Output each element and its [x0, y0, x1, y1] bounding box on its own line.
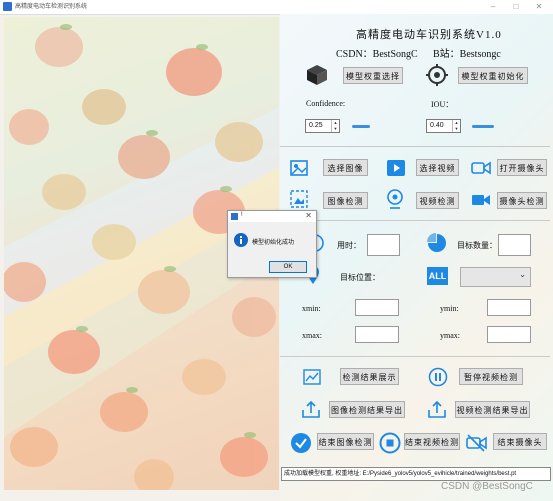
- pie-chart-icon: [427, 233, 446, 252]
- count-label: 目标数量：: [457, 241, 497, 250]
- model-init-button[interactable]: 模型权重初始化: [458, 67, 528, 84]
- dialog-title: !: [241, 212, 243, 218]
- target-select[interactable]: ⌄: [460, 267, 531, 287]
- export-video-results-button[interactable]: 视频检测结果导出: [455, 401, 530, 418]
- video-detect-button[interactable]: 视频检测: [416, 192, 459, 209]
- iou-value: 0.40: [430, 122, 444, 129]
- maximize-button[interactable]: □: [505, 0, 527, 14]
- window-titlebar: 高精度电动车检测识别系统 – □ ✕: [0, 0, 553, 15]
- bili-label: B站：Bestsongc: [433, 49, 501, 60]
- chevron-down-icon: ⌄: [519, 270, 526, 279]
- confidence-value: 0.25: [309, 122, 323, 129]
- end-video-detect-button[interactable]: 结束视频检测: [404, 433, 460, 450]
- pause-icon: [428, 367, 448, 387]
- select-image-button[interactable]: 选择图像: [323, 159, 368, 176]
- select-video-button[interactable]: 选择视频: [416, 159, 459, 176]
- close-button[interactable]: ✕: [528, 0, 550, 14]
- end-camera-button[interactable]: 结束摄像头: [493, 433, 547, 450]
- position-label: 目标位置：: [340, 273, 380, 282]
- target-icon: [426, 64, 448, 86]
- camera-detect-button[interactable]: 摄像头检测: [497, 192, 547, 209]
- iou-spinbox[interactable]: 0.40 ▲ ▼: [426, 119, 461, 133]
- ymax-field: [487, 326, 531, 343]
- time-label: 用时：: [337, 241, 361, 250]
- time-field: [367, 234, 400, 256]
- xmin-field: [355, 299, 399, 316]
- ymin-label: ymin:: [440, 304, 459, 313]
- image-icon: [290, 160, 308, 176]
- confidence-label: Confidence:: [306, 99, 346, 108]
- cube-icon: [307, 65, 327, 85]
- status-bar: 成功加载模型权重, 权重地址: E:/Pyside6_yolov5/yolov5…: [281, 467, 551, 481]
- confidence-spinbox[interactable]: 0.25 ▲ ▼: [305, 119, 340, 133]
- minimize-button[interactable]: –: [482, 0, 504, 14]
- app-title: 高精度电动车识别系统V1.0: [356, 29, 502, 41]
- camera-detect-icon: [472, 195, 490, 205]
- ok-button[interactable]: OK: [269, 261, 307, 273]
- image-detect-icon: [290, 190, 308, 208]
- xmin-label: xmin:: [302, 304, 321, 313]
- window-title: 高精度电动车检测识别系统: [15, 4, 88, 10]
- camera-off-icon: [466, 434, 487, 452]
- count-field: [498, 234, 531, 256]
- spin-arrows-icon[interactable]: ▲ ▼: [452, 120, 460, 132]
- dialog-titlebar: ! ✕: [228, 211, 316, 222]
- upload-icon: [302, 400, 320, 418]
- info-icon: [234, 233, 248, 247]
- spin-arrows-icon[interactable]: ▲ ▼: [331, 120, 339, 132]
- stop-circle-icon: [379, 432, 401, 454]
- dialog-app-icon: [231, 213, 238, 220]
- divider: [280, 146, 550, 147]
- export-image-results-button[interactable]: 图像检测结果导出: [329, 401, 405, 418]
- line-chart-icon: [303, 369, 321, 385]
- divider: [280, 356, 550, 357]
- ymax-label: ymax:: [440, 331, 460, 340]
- iou-label: IOU：: [431, 100, 454, 109]
- all-badge-icon: ALL: [427, 267, 448, 285]
- csdn-label: CSDN：BestSongC: [336, 49, 418, 60]
- image-detect-button[interactable]: 图像检测: [323, 192, 368, 209]
- xmax-field: [355, 326, 399, 343]
- pause-video-button[interactable]: 暂停视频检测: [459, 368, 523, 385]
- webcam-icon: [387, 189, 403, 209]
- upload-icon: [428, 400, 446, 418]
- ymin-field: [487, 299, 531, 316]
- check-circle-icon: [291, 433, 311, 453]
- app-icon: [3, 2, 12, 11]
- xmax-label: xmax:: [302, 331, 322, 340]
- dialog-close-icon[interactable]: ✕: [305, 211, 312, 220]
- iou-slider[interactable]: [472, 125, 494, 128]
- message-dialog: ! ✕ 模型初始化成功 OK: [227, 210, 317, 278]
- model-select-button[interactable]: 模型权重选择: [343, 67, 403, 84]
- watermark: CSDN @BestSongC: [441, 481, 533, 492]
- video-play-icon: [387, 160, 405, 176]
- open-camera-button[interactable]: 打开摄像头: [497, 159, 547, 176]
- end-image-detect-button[interactable]: 结束图像检测: [317, 433, 374, 450]
- camera-icon: [471, 161, 491, 175]
- show-results-button[interactable]: 检测结果展示: [340, 368, 399, 385]
- divider: [280, 220, 550, 221]
- dialog-message: 模型初始化成功: [252, 240, 295, 246]
- control-panel: [280, 14, 553, 501]
- confidence-slider[interactable]: [352, 125, 370, 128]
